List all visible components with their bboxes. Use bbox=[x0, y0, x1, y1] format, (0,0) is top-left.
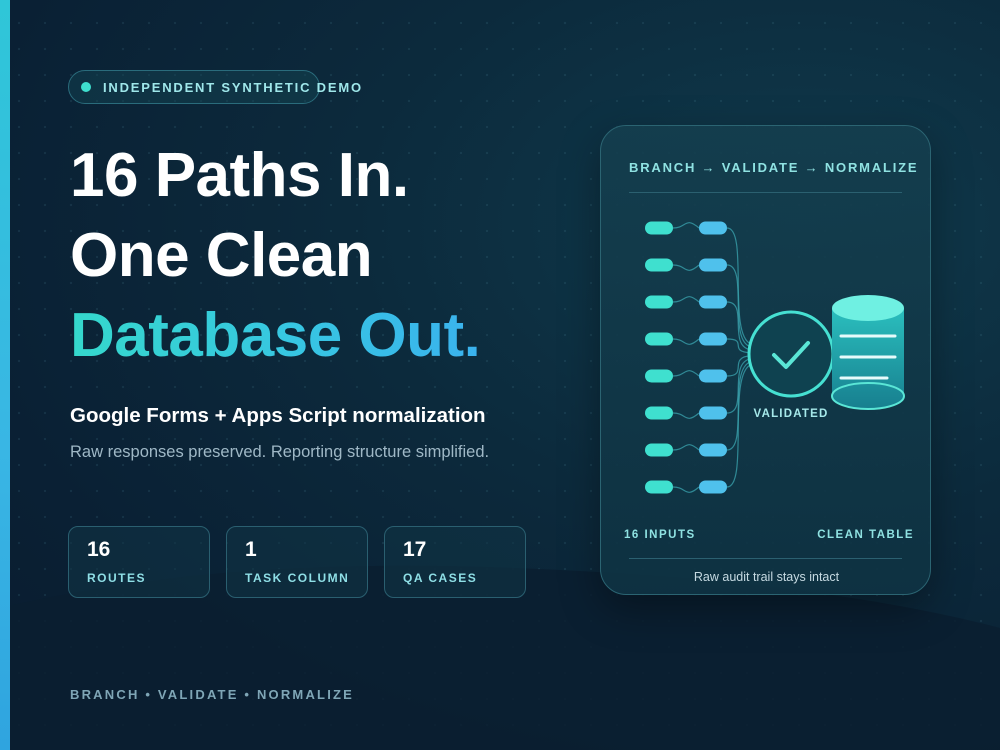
headline-line-2: One Clean bbox=[70, 221, 373, 290]
input-node bbox=[645, 295, 673, 309]
stat-card-task-column: 1 TASK COLUMN bbox=[226, 526, 368, 598]
stat-value: 1 bbox=[245, 538, 257, 561]
validation-node bbox=[747, 310, 835, 398]
branch-node bbox=[699, 332, 727, 346]
input-node bbox=[645, 480, 673, 494]
stat-label: ROUTES bbox=[87, 571, 147, 585]
branch-node bbox=[699, 369, 727, 383]
connector-line bbox=[672, 264, 700, 271]
demo-badge: INDEPENDENT SYNTHETIC DEMO bbox=[68, 70, 361, 104]
stat-card-qa-cases: 17 QA CASES bbox=[384, 526, 526, 598]
input-node bbox=[645, 221, 673, 235]
status-dot-icon bbox=[81, 82, 91, 92]
stat-value: 16 bbox=[87, 538, 111, 561]
headline-line-1: 16 Paths In. bbox=[70, 141, 409, 210]
card-divider-bottom bbox=[629, 558, 902, 559]
left-accent-bar bbox=[0, 0, 10, 750]
stat-value: 17 bbox=[403, 538, 427, 561]
connector-line bbox=[672, 370, 700, 377]
audit-trail-text: Raw audit trail stays intact bbox=[693, 570, 840, 584]
branch-node bbox=[699, 480, 727, 494]
connector-line bbox=[672, 338, 700, 345]
headline: 16 Paths In. One Clean Database Out. bbox=[70, 136, 481, 376]
connector-line bbox=[672, 444, 700, 451]
connector-line bbox=[672, 296, 700, 303]
branch-node bbox=[699, 406, 727, 420]
input-node bbox=[645, 332, 673, 346]
input-node bbox=[645, 258, 673, 272]
branch-node bbox=[699, 221, 727, 235]
database-icon bbox=[831, 295, 905, 410]
input-node bbox=[645, 369, 673, 383]
stat-label: QA CASES bbox=[403, 571, 478, 585]
branch-node bbox=[699, 443, 727, 457]
pipeline-card: BRANCH → VALIDATE → NORMALIZE VALIDATED … bbox=[600, 125, 931, 595]
headline-line-3: Database Out. bbox=[70, 296, 481, 376]
connector-line bbox=[672, 222, 700, 229]
flow-diagram: VALIDATED bbox=[645, 221, 905, 494]
badge-text: INDEPENDENT SYNTHETIC DEMO bbox=[103, 79, 363, 95]
input-nodes bbox=[645, 221, 727, 494]
branch-node bbox=[699, 295, 727, 309]
inputs-label: 16 INPUTS bbox=[624, 529, 696, 541]
subtitle: Google Forms + Apps Script normalization bbox=[70, 404, 486, 427]
clean-table-label: CLEAN TABLE bbox=[817, 529, 914, 541]
stat-card-routes: 16 ROUTES bbox=[68, 526, 210, 598]
footer-tagline: BRANCH • VALIDATE • NORMALIZE bbox=[70, 687, 355, 702]
branch-node bbox=[699, 258, 727, 272]
validated-label: VALIDATED bbox=[754, 408, 829, 420]
connector-line bbox=[672, 486, 700, 493]
description: Raw responses preserved. Reporting struc… bbox=[70, 443, 490, 461]
connector-line bbox=[672, 412, 700, 419]
stat-label: TASK COLUMN bbox=[245, 571, 350, 585]
input-node bbox=[645, 406, 673, 420]
input-node bbox=[645, 443, 673, 457]
